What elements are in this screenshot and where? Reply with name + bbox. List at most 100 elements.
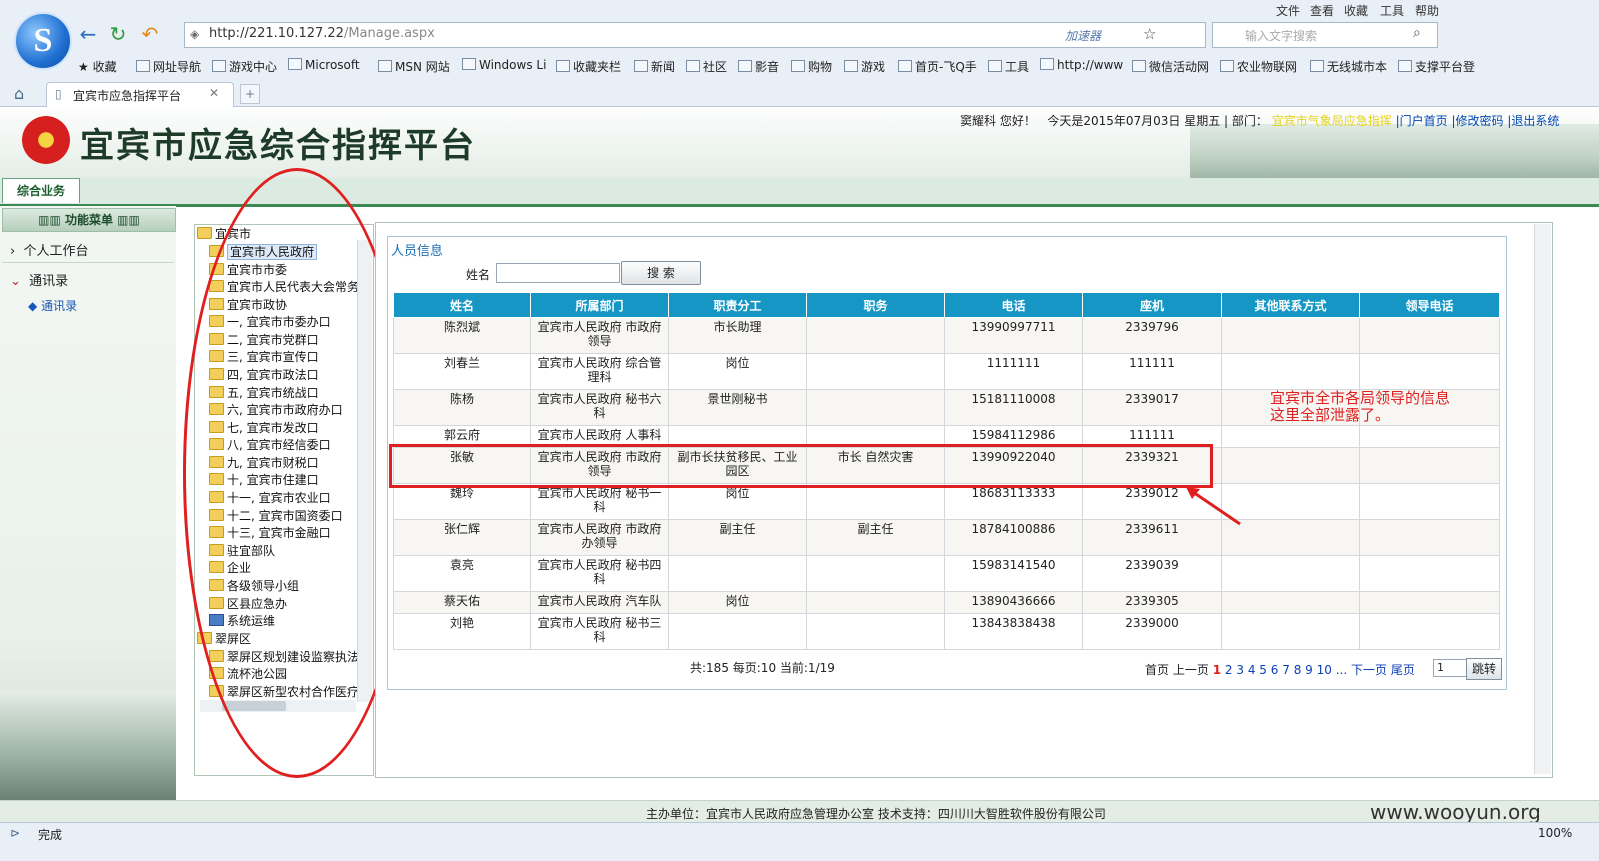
table-cell: 陈烈斌 — [393, 317, 531, 354]
fav-item[interactable]: 工具 — [988, 58, 1029, 75]
menu-favorites[interactable]: 收藏 — [1344, 2, 1368, 19]
column-header: 座机 — [1082, 292, 1222, 318]
back-icon[interactable]: ← — [76, 22, 100, 46]
new-tab-button[interactable]: + — [240, 84, 260, 104]
fav-item[interactable]: 游戏 — [844, 58, 885, 75]
logout-link[interactable]: |退出系统 — [1507, 114, 1559, 128]
greeting: 您好！ — [999, 114, 1036, 128]
table-cell — [1221, 613, 1360, 650]
fav-label: 收藏夹栏 — [573, 60, 622, 74]
pager-page[interactable]: 9 — [1305, 663, 1313, 677]
fav-label: 影音 — [755, 60, 780, 74]
sidebar-toggle-icon[interactable]: ⊳ — [10, 826, 20, 840]
fav-item[interactable]: 微信活动网 — [1132, 58, 1209, 75]
chevron-down-icon: ⌄ — [10, 274, 21, 289]
fav-item[interactable]: MSN 网站 — [378, 58, 450, 75]
pager-page[interactable]: 2 — [1225, 663, 1233, 677]
undo-icon[interactable]: ↶ — [138, 22, 162, 46]
menu-help[interactable]: 帮助 — [1415, 2, 1439, 19]
browser-tab[interactable]: ▯ 宜宾市应急指挥平台 ✕ — [46, 82, 234, 107]
menu-header: ▥▥ 功能菜单 ▥▥ — [2, 208, 176, 232]
menu-tools[interactable]: 工具 — [1380, 2, 1404, 19]
home-icon[interactable]: ⌂ — [14, 84, 24, 103]
star-icon[interactable]: ☆ — [1143, 25, 1156, 43]
pager-page[interactable]: 5 — [1259, 663, 1267, 677]
sidebar-item-personal-workbench[interactable]: › 个人工作台 — [10, 240, 88, 259]
fav-item[interactable]: 购物 — [791, 58, 832, 75]
search-button[interactable]: 搜 索 — [621, 261, 701, 285]
fav-item[interactable]: 网址导航 — [136, 58, 201, 75]
fav-item[interactable]: 社区 — [686, 58, 727, 75]
submenu-item-contacts[interactable]: ◆ 通讯录 — [28, 297, 77, 314]
name-search-input[interactable] — [496, 263, 620, 283]
table-cell: 市长助理 — [668, 317, 807, 354]
pager-page[interactable]: 3 — [1236, 663, 1244, 677]
fav-item[interactable]: Windows Li — [462, 58, 546, 72]
nav-strip — [0, 178, 1599, 207]
table-cell — [1359, 555, 1500, 592]
change-password-link[interactable]: |修改密码 — [1451, 114, 1503, 128]
table-header-row: 姓名 所属部门 职责分工 职务 电话 座机 其他联系方式 领导电话 — [393, 292, 1500, 318]
search-icon[interactable]: ⌕ — [1413, 25, 1421, 41]
fav-label: 工具 — [1005, 60, 1030, 74]
table-cell: 13990997711 — [944, 317, 1083, 354]
table-cell: 宜宾市人民政府 汽车队 — [530, 591, 669, 614]
fav-item[interactable]: 影音 — [738, 58, 779, 75]
fav-item[interactable]: 收藏夹栏 — [556, 58, 621, 75]
zoom-level[interactable]: 100% — [1538, 826, 1572, 840]
portal-home-link[interactable]: |门户首页 — [1396, 114, 1448, 128]
fav-item[interactable]: 无线城市本 — [1310, 58, 1387, 75]
pager-page[interactable]: 4 — [1248, 663, 1256, 677]
dept-value: 宜宾市气象局应急指挥 — [1271, 114, 1392, 128]
fav-item[interactable]: Microsoft — [288, 58, 360, 72]
pager-page[interactable]: 10 — [1317, 663, 1332, 677]
fav-item[interactable]: 首页-飞Q手 — [898, 58, 977, 75]
pager-prev[interactable]: 上一页 — [1173, 663, 1209, 677]
table-cell — [668, 555, 807, 592]
fav-label: MSN 网站 — [395, 60, 450, 74]
fav-item[interactable]: 支撑平台登 — [1398, 58, 1475, 75]
pager-ellipsis[interactable]: ... — [1336, 663, 1347, 677]
close-icon[interactable]: ✕ — [209, 86, 219, 100]
content-vertical-scrollbar[interactable] — [1534, 224, 1551, 774]
table-cell — [1359, 447, 1500, 484]
pager-page-current[interactable]: 1 — [1213, 663, 1221, 677]
sidebar-item-label: 通讯录 — [29, 274, 69, 289]
table-cell: 陈杨 — [393, 389, 531, 426]
sidebar-item-contacts[interactable]: ⌄ 通讯录 — [10, 270, 68, 289]
pager-first[interactable]: 首页 — [1145, 663, 1169, 677]
menu-file[interactable]: 文件 — [1276, 2, 1300, 19]
annotation-line: 这里全部泄露了。 — [1270, 406, 1391, 424]
tab-comprehensive-business[interactable]: 综合业务 — [2, 178, 80, 203]
table-cell: 宜宾市人民政府 秘书三科 — [530, 613, 669, 650]
watermark: www.wooyun.org — [1370, 800, 1541, 824]
table-cell: 刘春兰 — [393, 353, 531, 390]
table-cell: 15983141540 — [944, 555, 1083, 592]
pager-page[interactable]: 6 — [1271, 663, 1279, 677]
address-bar[interactable]: ◈ http://221.10.127.22/Manage.aspx 加速器 ☆ — [184, 22, 1206, 48]
table-cell: 2339000 — [1082, 613, 1222, 650]
fav-item[interactable]: 农业物联网 — [1220, 58, 1297, 75]
accelerator-label[interactable]: 加速器 — [1065, 27, 1101, 44]
refresh-icon[interactable]: ↻ — [106, 22, 130, 46]
fav-item[interactable]: http://www — [1040, 58, 1123, 72]
table-cell: 宜宾市人民政府 秘书四科 — [530, 555, 669, 592]
table-cell — [1221, 353, 1360, 390]
app-title: 宜宾市应急综合指挥平台 — [80, 126, 476, 166]
table-row: 袁亮 宜宾市人民政府 秘书四科 15983141540 2339039 — [393, 555, 1500, 592]
pager-last[interactable]: 尾页 — [1391, 663, 1415, 677]
menu-view[interactable]: 查看 — [1310, 2, 1334, 19]
fav-item[interactable]: 游戏中心 — [212, 58, 277, 75]
table-cell — [1221, 447, 1360, 484]
browser-search-input[interactable]: 输入文字搜索 ⌕ — [1212, 22, 1438, 48]
pager-page[interactable]: 7 — [1282, 663, 1290, 677]
fav-item[interactable]: 新闻 — [634, 58, 675, 75]
go-button[interactable]: 跳转 — [1466, 658, 1502, 680]
fav-item[interactable]: ★ 收藏 — [78, 58, 117, 75]
table-row: 刘春兰 宜宾市人民政府 综合管理科 岗位 1111111 111111 — [393, 353, 1500, 390]
user-bar: 窦耀科 您好！ 今天是2015年07月03日 星期五 | 部门： 宜宾市气象局应… — [960, 112, 1559, 129]
table-cell — [1359, 425, 1500, 448]
pager-next[interactable]: 下一页 — [1351, 663, 1387, 677]
pager-page[interactable]: 8 — [1294, 663, 1302, 677]
page-number-input[interactable]: 1 — [1433, 659, 1468, 677]
